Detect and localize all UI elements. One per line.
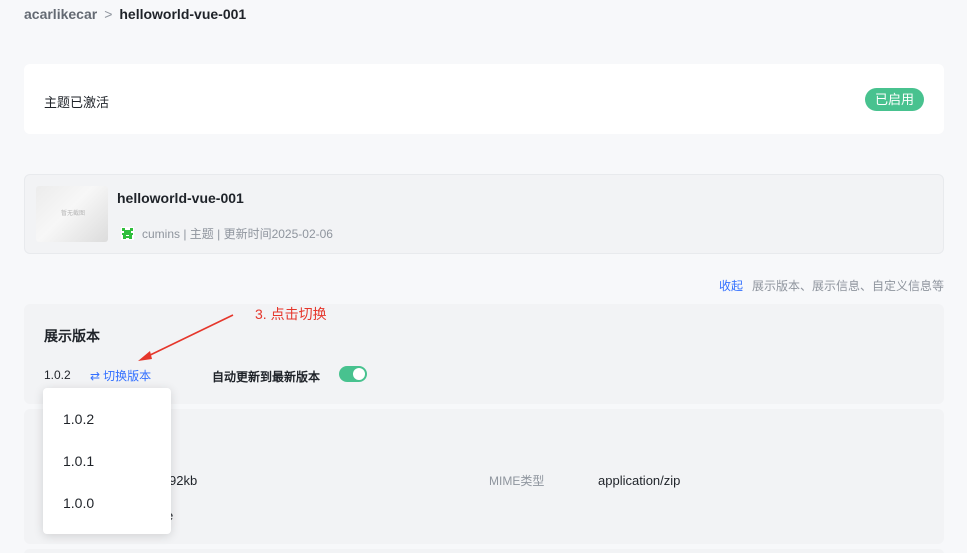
next-card — [24, 549, 944, 553]
theme-status-card: 主题已激活 已启用 — [24, 64, 944, 134]
annotation-arrow-icon — [138, 314, 234, 361]
breadcrumb-current: helloworld-vue-001 — [119, 6, 247, 22]
switch-version-label: 切换版本 — [103, 369, 152, 383]
collapse-link[interactable]: 收起 — [719, 277, 743, 294]
switch-version-button[interactable]: ⇄ 切换版本 — [90, 367, 151, 384]
version-option[interactable]: 1.0.0 — [63, 495, 94, 511]
file-size-value: 92kb — [169, 473, 198, 488]
theme-status-label: 主题已激活 — [44, 95, 110, 110]
annotation-text: 3. 点击切换 — [255, 306, 327, 322]
current-version-value: 1.0.2 — [44, 368, 71, 382]
theme-name: helloworld-vue-001 — [117, 190, 244, 206]
breadcrumb: acarlikecar > helloworld-vue-001 — [24, 6, 246, 22]
display-version-title: 展示版本 — [44, 328, 100, 344]
theme-meta-row: cumins | 主题 | 更新时间2025-02-06 — [121, 225, 333, 242]
mime-type-label: MIME类型 — [489, 474, 545, 488]
author-avatar-icon — [121, 227, 134, 240]
theme-thumbnail: 暂无截图 — [36, 186, 108, 242]
toggle-knob — [353, 368, 365, 380]
version-option[interactable]: 1.0.2 — [63, 411, 94, 427]
theme-meta-text: cumins | 主题 | 更新时间2025-02-06 — [142, 227, 333, 241]
auto-update-label: 自动更新到最新版本 — [212, 370, 321, 384]
swap-arrows-icon: ⇄ — [90, 368, 101, 383]
breadcrumb-parent-link[interactable]: acarlikecar — [24, 6, 97, 22]
auto-update-toggle[interactable] — [339, 366, 367, 382]
version-option[interactable]: 1.0.1 — [63, 453, 94, 469]
collapse-row: 收起 展示版本、展示信息、自定义信息等 — [719, 277, 944, 294]
collapse-description: 展示版本、展示信息、自定义信息等 — [751, 279, 944, 293]
breadcrumb-separator: > — [104, 6, 113, 22]
thumbnail-placeholder-text: 暂无截图 — [61, 211, 86, 217]
mime-type-value: application/zip — [598, 473, 681, 488]
theme-info-card: 暂无截图 helloworld-vue-001 cumins | 主题 | 更新… — [24, 174, 944, 254]
version-dropdown-menu: 1.0.2 1.0.1 1.0.0 — [43, 388, 171, 534]
enabled-status-badge: 已启用 — [864, 88, 924, 111]
